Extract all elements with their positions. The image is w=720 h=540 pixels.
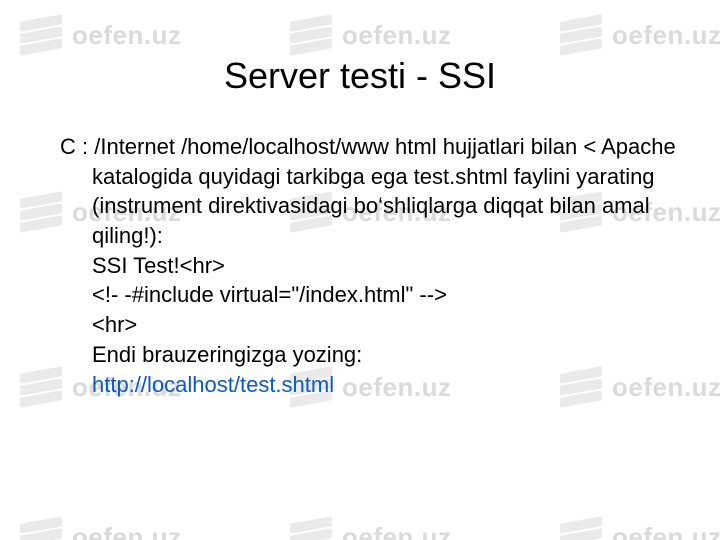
paragraph-main: C : /Internet /home/localhost/www html h… [60,132,690,251]
para-rest: /Internet /home/localhost/www html hujja… [92,134,676,248]
code-line-hr: <hr> [60,310,690,340]
slide-body: C : /Internet /home/localhost/www html h… [30,132,690,399]
para-prefix: C : [60,134,94,159]
code-line-ssi: SSI Test!<hr> [60,251,690,281]
code-line-include: <!- -#include virtual="/index.html" --> [60,280,690,310]
prompt-line: Endi brauzeringizga yozing: [60,340,690,370]
slide-title: Server testi - SSI [30,55,690,97]
url-link[interactable]: http://localhost/test.shtml [60,370,690,400]
slide: Server testi - SSI C : /Internet /home/l… [0,0,720,540]
